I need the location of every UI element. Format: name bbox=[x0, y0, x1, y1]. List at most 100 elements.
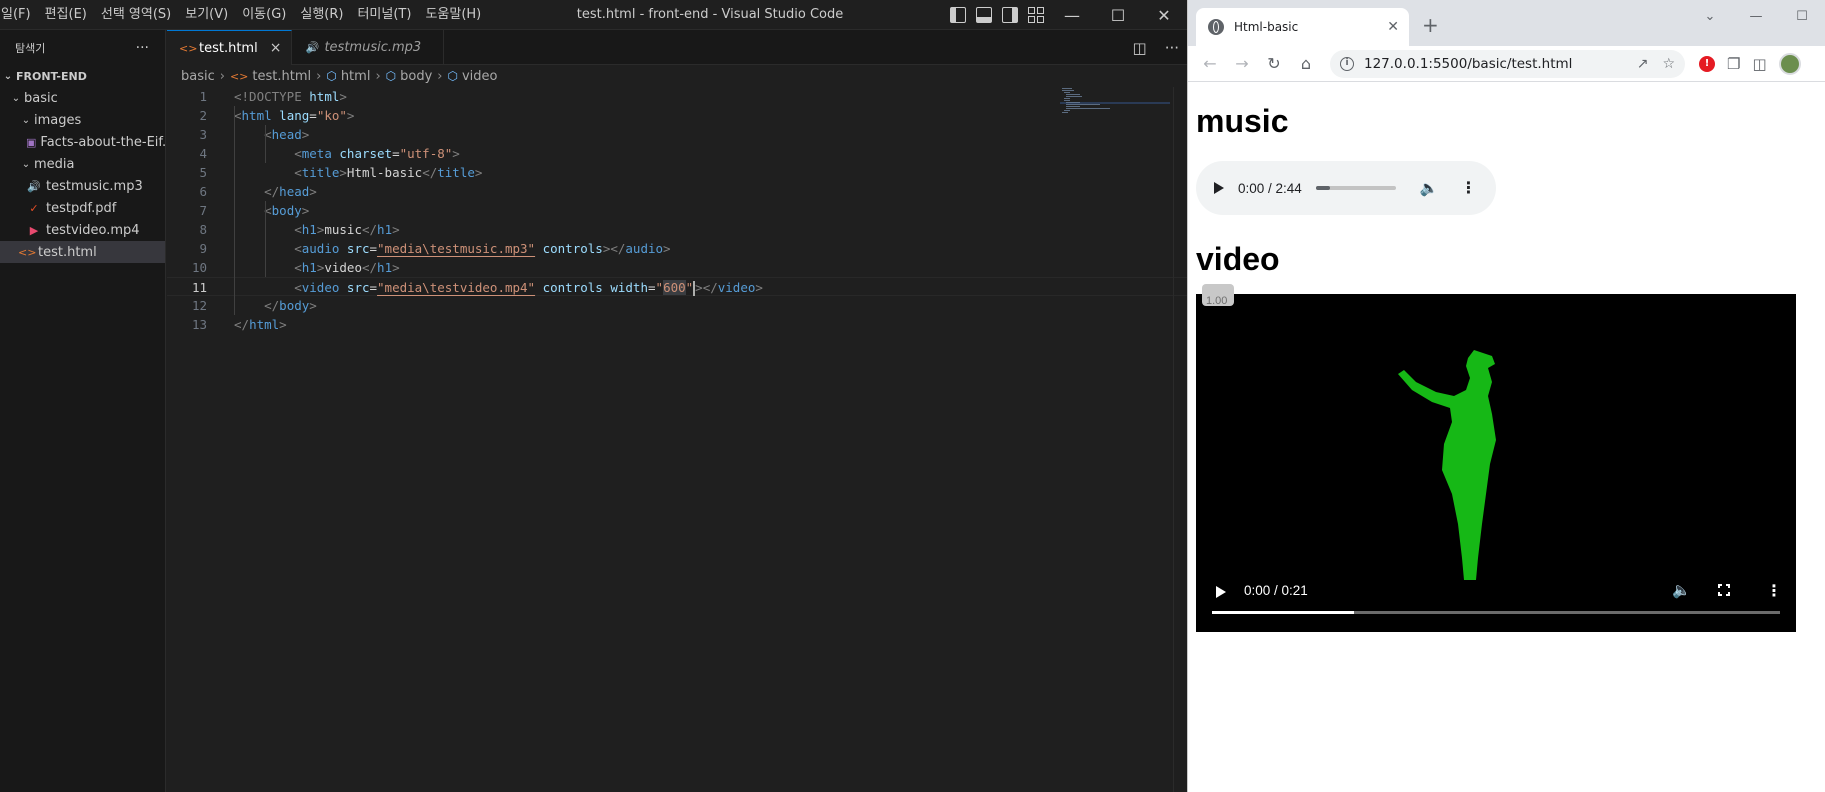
menu-edit[interactable]: 편집(E) bbox=[38, 0, 94, 30]
explorer-title: 탐색기 bbox=[15, 41, 46, 55]
address-bar[interactable]: i 127.0.0.1:5500/basic/test.html ↗ ☆ bbox=[1330, 49, 1685, 78]
maximize-icon[interactable]: ☐ bbox=[1779, 0, 1825, 32]
html-file-icon: <> bbox=[229, 69, 249, 83]
back-icon[interactable]: ← bbox=[1194, 54, 1226, 73]
breadcrumb-item[interactable]: basic bbox=[181, 69, 215, 84]
chevron-down-icon: ⌄ bbox=[21, 114, 31, 126]
folder-images[interactable]: ⌄ images bbox=[0, 109, 165, 131]
tab-search-icon[interactable]: ⌄ bbox=[1687, 0, 1733, 32]
side-panel-icon[interactable]: ◫ bbox=[1752, 55, 1766, 73]
menu-selection[interactable]: 선택 영역(S) bbox=[94, 0, 178, 30]
toggle-secondary-sidebar-icon[interactable] bbox=[1002, 7, 1018, 23]
volume-icon[interactable]: 🔈 bbox=[1420, 179, 1439, 197]
customize-layout-icon[interactable] bbox=[1028, 7, 1044, 23]
code-line: 10 <h1>video</h1> bbox=[191, 260, 400, 275]
audio-file-icon: 🔊 bbox=[27, 179, 41, 193]
menu-file[interactable]: 일(F) bbox=[0, 0, 38, 30]
heading-music: music bbox=[1196, 103, 1289, 139]
folder-media[interactable]: ⌄ media bbox=[0, 153, 165, 175]
share-icon[interactable]: ↗ bbox=[1637, 56, 1649, 72]
chevron-right-icon: › bbox=[316, 68, 322, 84]
workspace-root[interactable]: ⌄ FRONT-END bbox=[0, 65, 165, 87]
new-tab-icon[interactable]: + bbox=[1422, 13, 1439, 37]
indent-guide bbox=[265, 125, 266, 163]
code-line: 8 <h1>music</h1> bbox=[199, 222, 400, 237]
home-icon[interactable]: ⌂ bbox=[1290, 54, 1322, 73]
fullscreen-icon[interactable] bbox=[1717, 583, 1731, 597]
video-frame-dancer bbox=[1398, 350, 1496, 580]
code-line: 5 <title>Html-basic</title> bbox=[199, 165, 483, 180]
chrome-tabstrip: Html-basic ✕ + ⌄ — ☐ bbox=[1188, 0, 1825, 46]
breadcrumb-item[interactable]: test.html bbox=[252, 69, 311, 84]
minimap[interactable] bbox=[1060, 87, 1170, 147]
breadcrumb-item[interactable]: video bbox=[462, 69, 498, 84]
audio-player[interactable]: 0:00 / 2:44 🔈 ⋮ bbox=[1196, 161, 1496, 215]
folder-basic[interactable]: ⌄ basic bbox=[0, 87, 165, 109]
code-line: 12 </body> bbox=[191, 298, 317, 313]
bookmark-star-icon[interactable]: ☆ bbox=[1662, 56, 1675, 72]
playback-speed-badge: 1.00 bbox=[1202, 284, 1234, 307]
chevron-down-icon: ⌄ bbox=[3, 70, 13, 82]
extension-red-icon[interactable]: ! bbox=[1699, 55, 1715, 72]
minimize-icon[interactable]: — bbox=[1049, 0, 1095, 30]
file-testmusic[interactable]: 🔊 testmusic.mp3 bbox=[0, 175, 165, 197]
image-file-icon: ▣ bbox=[26, 135, 37, 149]
video-progress-fill bbox=[1212, 611, 1354, 614]
browser-tab[interactable]: Html-basic ✕ bbox=[1196, 8, 1409, 46]
toggle-primary-sidebar-icon[interactable] bbox=[950, 7, 966, 23]
video-player[interactable]: 1.00 0:00 / 0:21 🔈 ⋮ bbox=[1196, 284, 1796, 632]
menu-run[interactable]: 실행(R) bbox=[293, 0, 350, 30]
url-text: 127.0.0.1:5500/basic/test.html bbox=[1364, 55, 1573, 72]
volume-muted-icon[interactable]: 🔈 bbox=[1672, 581, 1691, 599]
code-line: 3 <head> bbox=[199, 127, 310, 142]
menu-go[interactable]: 이동(G) bbox=[235, 0, 293, 30]
tab-testmusic[interactable]: 🔊 testmusic.mp3 bbox=[292, 30, 445, 65]
file-test-html[interactable]: <> test.html bbox=[0, 241, 165, 263]
toggle-panel-icon[interactable] bbox=[976, 7, 992, 23]
more-actions-icon[interactable]: ··· bbox=[1165, 39, 1179, 57]
more-options-icon[interactable]: ⋮ bbox=[1461, 178, 1477, 198]
close-icon[interactable]: ✕ bbox=[1141, 0, 1187, 30]
file-image[interactable]: ▣ Facts-about-the-Eif... bbox=[0, 131, 165, 153]
split-editor-icon[interactable]: ◫ bbox=[1133, 39, 1147, 57]
explorer-sidebar: 탐색기 ··· ⌄ FRONT-END ⌄ basic ⌄ images ▣ F… bbox=[0, 30, 166, 792]
close-tab-icon[interactable]: ✕ bbox=[1387, 19, 1399, 35]
maximize-icon[interactable]: ☐ bbox=[1095, 0, 1141, 30]
play-icon[interactable] bbox=[1214, 182, 1224, 194]
file-testpdf[interactable]: ✓ testpdf.pdf bbox=[0, 197, 165, 219]
code-editor[interactable]: 1 <!DOCTYPE html> 2 <html lang="ko"> 3 <… bbox=[167, 87, 1187, 334]
audio-progress-bar[interactable] bbox=[1315, 186, 1396, 190]
menu-view[interactable]: 보기(V) bbox=[178, 0, 235, 30]
play-icon[interactable] bbox=[1216, 586, 1226, 598]
forward-icon[interactable]: → bbox=[1226, 54, 1258, 73]
breadcrumb: basic › <> test.html › ⬡ html › ⬡ body ›… bbox=[167, 65, 1187, 87]
more-actions-icon[interactable]: ··· bbox=[136, 40, 149, 56]
heading-video: video bbox=[1196, 241, 1280, 277]
editor-scrollbar[interactable] bbox=[1173, 87, 1187, 792]
code-line: 9 <audio src="media\testmusic.mp3" contr… bbox=[199, 241, 671, 256]
video-controls: 0:00 / 0:21 🔈 ⋮ bbox=[1196, 572, 1796, 632]
menu-terminal[interactable]: 터미널(T) bbox=[350, 0, 418, 30]
site-info-icon[interactable]: i bbox=[1340, 56, 1354, 71]
menu-help[interactable]: 도움말(H) bbox=[418, 0, 488, 30]
chrome-window-controls: ⌄ — ☐ bbox=[1687, 0, 1825, 34]
audio-progress-fill bbox=[1315, 186, 1331, 190]
video-time: 0:00 / 0:21 bbox=[1244, 583, 1308, 598]
vscode-titlebar: 일(F) 편집(E) 선택 영역(S) 보기(V) 이동(G) 실행(R) 터미… bbox=[0, 0, 1187, 30]
file-testvideo[interactable]: ▶ testvideo.mp4 bbox=[0, 219, 165, 241]
web-page: music 0:00 / 2:44 🔈 ⋮ video 1.00 0:00 / … bbox=[1188, 103, 1825, 632]
element-icon: ⬡ bbox=[385, 69, 397, 83]
breadcrumb-item[interactable]: html bbox=[341, 69, 371, 84]
reload-icon[interactable]: ↻ bbox=[1258, 54, 1290, 73]
audio-file-icon: 🔊 bbox=[305, 41, 320, 54]
video-progress-bar[interactable] bbox=[1212, 611, 1780, 614]
tab-test-html[interactable]: <> test.html × bbox=[167, 30, 293, 65]
puzzle-extensions-icon[interactable]: ❐ bbox=[1727, 55, 1740, 73]
indent-guide bbox=[265, 201, 266, 277]
profile-avatar[interactable] bbox=[1778, 52, 1801, 75]
minimize-icon[interactable]: — bbox=[1733, 0, 1779, 32]
close-tab-icon[interactable]: × bbox=[270, 40, 282, 56]
breadcrumb-item[interactable]: body bbox=[400, 69, 432, 84]
chevron-right-icon: › bbox=[219, 68, 225, 84]
more-options-icon[interactable]: ⋮ bbox=[1766, 581, 1782, 601]
